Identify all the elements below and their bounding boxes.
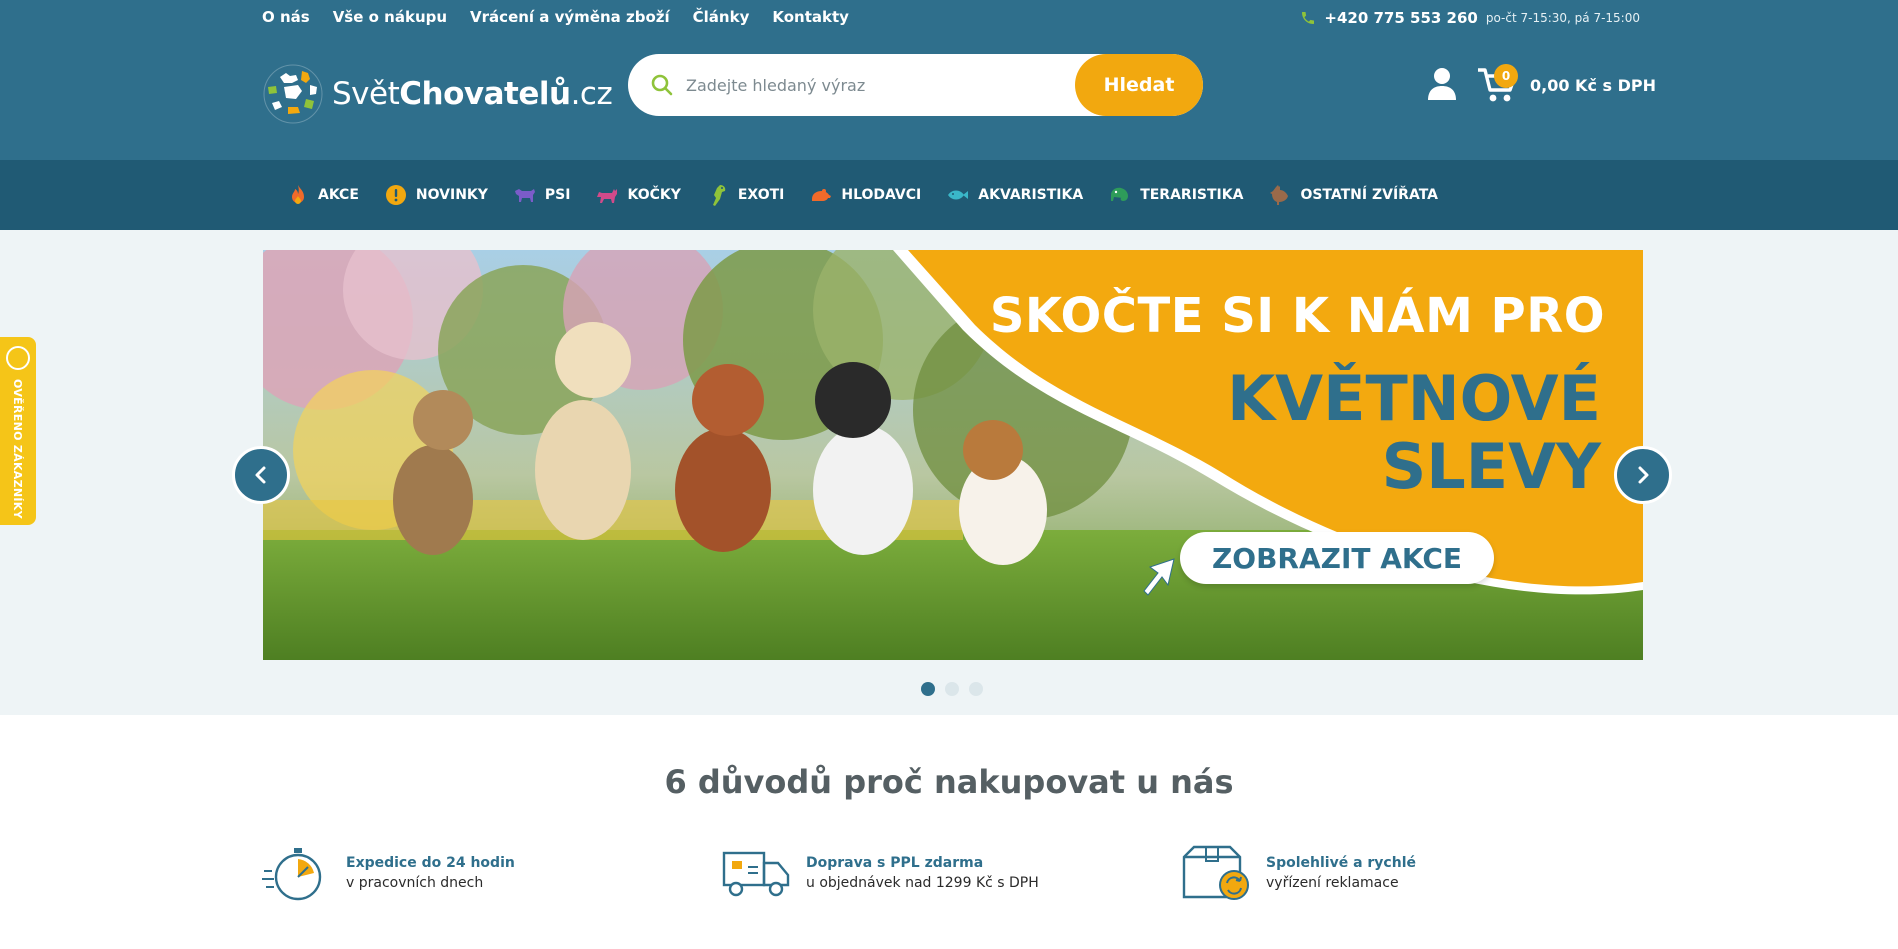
banner-cta-button[interactable]: ZOBRAZIT AKCE bbox=[1180, 532, 1494, 584]
site-logo[interactable]: SvětChovatelů.cz bbox=[262, 63, 613, 125]
carousel-prev-button[interactable] bbox=[232, 446, 290, 504]
parrot-icon bbox=[712, 185, 726, 206]
hen-icon bbox=[1270, 185, 1289, 205]
cat-icon bbox=[597, 189, 618, 203]
dog-icon bbox=[514, 189, 535, 202]
cart-total[interactable]: 0,00 Kč s DPH bbox=[1530, 76, 1656, 95]
phone-number[interactable]: +420 775 553 260 bbox=[1324, 9, 1477, 27]
top-nav: O nás Vše o nákupu Vrácení a výměna zbož… bbox=[262, 8, 849, 26]
fish-icon bbox=[948, 190, 969, 200]
category-hlodavci[interactable]: HLODAVCI bbox=[809, 183, 921, 207]
banner-headline-2: KVĚTNOVÉ bbox=[1227, 362, 1601, 435]
contact-info: +420 775 553 260 po-čt 7-15:30, pá 7-15:… bbox=[1300, 9, 1640, 27]
top-link-articles[interactable]: Články bbox=[693, 8, 750, 26]
header: O nás Vše o nákupu Vrácení a výměna zbož… bbox=[0, 0, 1898, 160]
cart-count-badge: 0 bbox=[1494, 64, 1518, 88]
logo-text: SvětChovatelů.cz bbox=[332, 76, 613, 112]
chevron-left-icon bbox=[255, 466, 266, 484]
top-link-returns[interactable]: Vrácení a výměna zboží bbox=[470, 8, 670, 26]
top-link-about[interactable]: O nás bbox=[262, 8, 310, 26]
reasons-title: 6 důvodů proč nakupovat u nás bbox=[664, 763, 1234, 801]
carousel-next-button[interactable] bbox=[1614, 446, 1672, 504]
category-teraristika[interactable]: TERARISTIKA bbox=[1108, 183, 1243, 207]
banner-headline-1: SKOČTE SI K NÁM PRO bbox=[989, 288, 1605, 344]
rodent-icon bbox=[812, 189, 832, 201]
verified-by-customers-badge[interactable]: OVĚŘENO ZÁKAZNÍKY bbox=[0, 337, 36, 525]
category-psi[interactable]: PSI bbox=[513, 183, 570, 207]
search-icon bbox=[651, 74, 673, 96]
top-link-shopping-info[interactable]: Vše o nákupu bbox=[333, 8, 447, 26]
chameleon-icon bbox=[1111, 187, 1129, 201]
reason-item-free-shipping: Doprava s PPL zdarma u objednávek nad 12… bbox=[722, 843, 1039, 903]
search-bar: Hledat bbox=[628, 54, 1203, 116]
top-link-contacts[interactable]: Kontakty bbox=[772, 8, 849, 26]
category-ostatni-zvirata[interactable]: OSTATNÍ ZVÍŘATA bbox=[1268, 183, 1438, 207]
carousel-dot-3[interactable] bbox=[969, 682, 983, 696]
category-kocky[interactable]: KOČKY bbox=[595, 183, 681, 207]
cursor-arrow-icon bbox=[1143, 558, 1175, 596]
opening-hours: po-čt 7-15:30, pá 7-15:00 bbox=[1485, 11, 1640, 25]
phone-icon bbox=[1302, 12, 1315, 24]
animals-logo-icon bbox=[263, 64, 323, 124]
stopwatch-icon bbox=[262, 848, 322, 901]
promo-banner[interactable]: SKOČTE SI K NÁM PRO KVĚTNOVÉ SLEVY ZOBRA… bbox=[263, 250, 1643, 660]
carousel-dot-1[interactable] bbox=[921, 682, 935, 696]
category-novinky[interactable]: NOVINKY bbox=[384, 183, 488, 207]
search-input[interactable] bbox=[686, 75, 1066, 95]
category-akce[interactable]: AKCE bbox=[286, 183, 359, 207]
carousel-dots bbox=[921, 682, 983, 696]
exclamation-icon bbox=[385, 185, 406, 205]
fire-icon bbox=[292, 185, 304, 204]
search-button[interactable]: Hledat bbox=[1075, 54, 1203, 116]
category-akvaristika[interactable]: AKVARISTIKA bbox=[946, 183, 1083, 207]
category-exoti[interactable]: EXOTI bbox=[706, 183, 784, 207]
reason-item-expedition: Expedice do 24 hodin v pracovních dnech bbox=[262, 843, 515, 903]
delivery-truck-icon bbox=[722, 851, 790, 897]
verified-seal-icon bbox=[6, 346, 30, 370]
chevron-right-icon bbox=[1638, 466, 1649, 484]
banner-headline-3: SLEVY bbox=[1381, 430, 1601, 503]
carousel-dot-2[interactable] bbox=[945, 682, 959, 696]
reason-item-reliable-returns: Spolehlivé a rychlé vyřízení reklamace bbox=[1182, 843, 1416, 903]
user-account-icon[interactable] bbox=[1427, 66, 1457, 100]
category-nav: AKCE NOVINKY PSI KOČKY EXOTI HLODAVCI AK… bbox=[0, 160, 1898, 230]
return-box-icon bbox=[1182, 845, 1249, 900]
